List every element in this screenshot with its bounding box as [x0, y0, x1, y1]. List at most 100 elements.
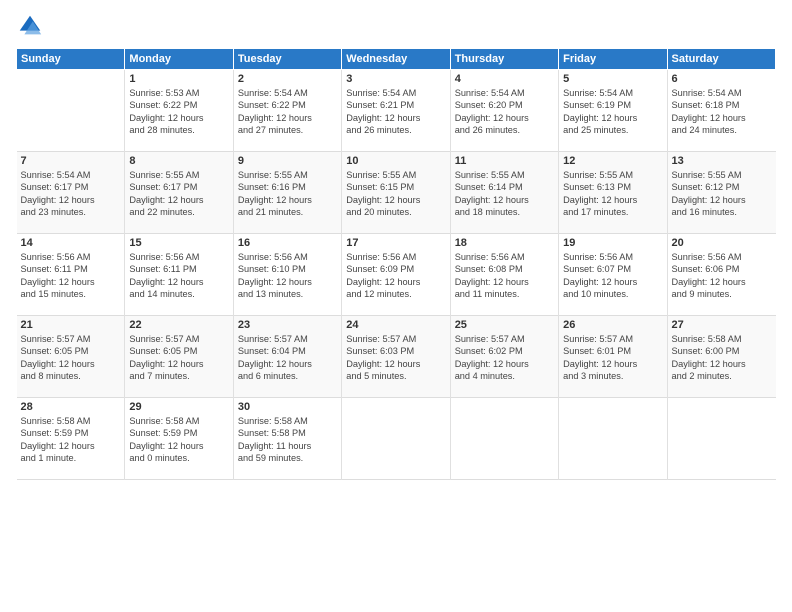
cell-content: Sunrise: 5:54 AM Sunset: 6:20 PM Dayligh… — [455, 87, 554, 137]
day-number: 14 — [21, 237, 121, 249]
cell-5-6 — [559, 398, 667, 480]
col-header-tuesday: Tuesday — [233, 49, 341, 70]
cell-3-1: 14 Sunrise: 5:56 AM Sunset: 6:11 PM Dayli… — [17, 234, 125, 316]
cell-content: Sunrise: 5:55 AM Sunset: 6:13 PM Dayligh… — [563, 169, 662, 219]
day-number: 17 — [346, 237, 445, 249]
col-header-thursday: Thursday — [450, 49, 558, 70]
cell-5-4 — [342, 398, 450, 480]
week-row-4: 21 Sunrise: 5:57 AM Sunset: 6:05 PM Dayli… — [17, 316, 776, 398]
day-number: 6 — [672, 73, 772, 85]
cell-content: Sunrise: 5:53 AM Sunset: 6:22 PM Dayligh… — [129, 87, 228, 137]
week-row-3: 14 Sunrise: 5:56 AM Sunset: 6:11 PM Dayli… — [17, 234, 776, 316]
cell-content: Sunrise: 5:57 AM Sunset: 6:01 PM Dayligh… — [563, 333, 662, 383]
cell-content: Sunrise: 5:58 AM Sunset: 6:00 PM Dayligh… — [672, 333, 772, 383]
cell-2-4: 10 Sunrise: 5:55 AM Sunset: 6:15 PM Dayli… — [342, 152, 450, 234]
day-number: 15 — [129, 237, 228, 249]
cell-3-6: 19 Sunrise: 5:56 AM Sunset: 6:07 PM Dayli… — [559, 234, 667, 316]
cell-4-1: 21 Sunrise: 5:57 AM Sunset: 6:05 PM Dayli… — [17, 316, 125, 398]
day-number: 3 — [346, 73, 445, 85]
day-number: 20 — [672, 237, 772, 249]
day-number: 28 — [21, 401, 121, 413]
header — [16, 12, 776, 40]
cell-2-5: 11Sunrise: 5:55 AM Sunset: 6:14 PM Dayli… — [450, 152, 558, 234]
cell-2-7: 13 Sunrise: 5:55 AM Sunset: 6:12 PM Dayli… — [667, 152, 775, 234]
cell-content: Sunrise: 5:54 AM Sunset: 6:21 PM Dayligh… — [346, 87, 445, 137]
cell-3-3: 16 Sunrise: 5:56 AM Sunset: 6:10 PM Dayli… — [233, 234, 341, 316]
cell-content: Sunrise: 5:57 AM Sunset: 6:05 PM Dayligh… — [129, 333, 228, 383]
day-number: 2 — [238, 73, 337, 85]
header-row: SundayMondayTuesdayWednesdayThursdayFrid… — [17, 49, 776, 70]
day-number: 13 — [672, 155, 772, 167]
week-row-5: 28 Sunrise: 5:58 AM Sunset: 5:59 PM Dayli… — [17, 398, 776, 480]
day-number: 5 — [563, 73, 662, 85]
cell-content: Sunrise: 5:57 AM Sunset: 6:03 PM Dayligh… — [346, 333, 445, 383]
day-number: 23 — [238, 319, 337, 331]
cell-content: Sunrise: 5:56 AM Sunset: 6:09 PM Dayligh… — [346, 251, 445, 301]
cell-content: Sunrise: 5:57 AM Sunset: 6:05 PM Dayligh… — [21, 333, 121, 383]
cell-2-1: 7 Sunrise: 5:54 AM Sunset: 6:17 PM Daylig… — [17, 152, 125, 234]
cell-content: Sunrise: 5:56 AM Sunset: 6:11 PM Dayligh… — [129, 251, 228, 301]
cell-content: Sunrise: 5:54 AM Sunset: 6:19 PM Dayligh… — [563, 87, 662, 137]
day-number: 24 — [346, 319, 445, 331]
cell-2-3: 9Sunrise: 5:55 AM Sunset: 6:16 PM Daylig… — [233, 152, 341, 234]
logo-icon — [16, 12, 44, 40]
cell-1-6: 5 Sunrise: 5:54 AM Sunset: 6:19 PM Daylig… — [559, 70, 667, 152]
cell-2-6: 12Sunrise: 5:55 AM Sunset: 6:13 PM Dayli… — [559, 152, 667, 234]
day-number: 10 — [346, 155, 445, 167]
page: SundayMondayTuesdayWednesdayThursdayFrid… — [0, 0, 792, 612]
col-header-sunday: Sunday — [17, 49, 125, 70]
cell-4-6: 26 Sunrise: 5:57 AM Sunset: 6:01 PM Dayli… — [559, 316, 667, 398]
cell-content: Sunrise: 5:55 AM Sunset: 6:16 PM Dayligh… — [238, 169, 337, 219]
cell-content: Sunrise: 5:57 AM Sunset: 6:02 PM Dayligh… — [455, 333, 554, 383]
day-number: 4 — [455, 73, 554, 85]
cell-4-2: 22 Sunrise: 5:57 AM Sunset: 6:05 PM Dayli… — [125, 316, 233, 398]
day-number: 30 — [238, 401, 337, 413]
cell-content: Sunrise: 5:56 AM Sunset: 6:10 PM Dayligh… — [238, 251, 337, 301]
cell-content: Sunrise: 5:56 AM Sunset: 6:07 PM Dayligh… — [563, 251, 662, 301]
cell-2-2: 8 Sunrise: 5:55 AM Sunset: 6:17 PM Daylig… — [125, 152, 233, 234]
cell-content: Sunrise: 5:54 AM Sunset: 6:22 PM Dayligh… — [238, 87, 337, 137]
cell-content: Sunrise: 5:55 AM Sunset: 6:14 PM Dayligh… — [455, 169, 554, 219]
col-header-wednesday: Wednesday — [342, 49, 450, 70]
cell-content: Sunrise: 5:57 AM Sunset: 6:04 PM Dayligh… — [238, 333, 337, 383]
cell-3-2: 15 Sunrise: 5:56 AM Sunset: 6:11 PM Dayli… — [125, 234, 233, 316]
cell-5-3: 30 Sunrise: 5:58 AM Sunset: 5:58 PM Dayli… — [233, 398, 341, 480]
cell-4-3: 23 Sunrise: 5:57 AM Sunset: 6:04 PM Dayli… — [233, 316, 341, 398]
cell-content: Sunrise: 5:58 AM Sunset: 5:59 PM Dayligh… — [21, 415, 121, 465]
day-number: 16 — [238, 237, 337, 249]
cell-content: Sunrise: 5:55 AM Sunset: 6:15 PM Dayligh… — [346, 169, 445, 219]
day-number: 19 — [563, 237, 662, 249]
cell-5-7 — [667, 398, 775, 480]
cell-5-1: 28 Sunrise: 5:58 AM Sunset: 5:59 PM Dayli… — [17, 398, 125, 480]
cell-content: Sunrise: 5:54 AM Sunset: 6:17 PM Dayligh… — [21, 169, 121, 219]
day-number: 1 — [129, 73, 228, 85]
cell-1-4: 3 Sunrise: 5:54 AM Sunset: 6:21 PM Daylig… — [342, 70, 450, 152]
cell-content: Sunrise: 5:55 AM Sunset: 6:17 PM Dayligh… — [129, 169, 228, 219]
day-number: 26 — [563, 319, 662, 331]
cell-content: Sunrise: 5:55 AM Sunset: 6:12 PM Dayligh… — [672, 169, 772, 219]
cell-3-4: 17 Sunrise: 5:56 AM Sunset: 6:09 PM Dayli… — [342, 234, 450, 316]
week-row-2: 7 Sunrise: 5:54 AM Sunset: 6:17 PM Daylig… — [17, 152, 776, 234]
day-number: 25 — [455, 319, 554, 331]
col-header-saturday: Saturday — [667, 49, 775, 70]
cell-1-1 — [17, 70, 125, 152]
cell-content: Sunrise: 5:56 AM Sunset: 6:08 PM Dayligh… — [455, 251, 554, 301]
cell-content: Sunrise: 5:58 AM Sunset: 5:58 PM Dayligh… — [238, 415, 337, 465]
cell-1-2: 1 Sunrise: 5:53 AM Sunset: 6:22 PM Daylig… — [125, 70, 233, 152]
day-number: 29 — [129, 401, 228, 413]
day-number: 8 — [129, 155, 228, 167]
week-row-1: 1 Sunrise: 5:53 AM Sunset: 6:22 PM Daylig… — [17, 70, 776, 152]
day-number: 21 — [21, 319, 121, 331]
cell-5-5 — [450, 398, 558, 480]
cell-content: Sunrise: 5:56 AM Sunset: 6:06 PM Dayligh… — [672, 251, 772, 301]
col-header-friday: Friday — [559, 49, 667, 70]
day-number: 27 — [672, 319, 772, 331]
cell-content: Sunrise: 5:56 AM Sunset: 6:11 PM Dayligh… — [21, 251, 121, 301]
cell-content: Sunrise: 5:58 AM Sunset: 5:59 PM Dayligh… — [129, 415, 228, 465]
cell-4-7: 27 Sunrise: 5:58 AM Sunset: 6:00 PM Dayli… — [667, 316, 775, 398]
day-number: 18 — [455, 237, 554, 249]
cell-5-2: 29 Sunrise: 5:58 AM Sunset: 5:59 PM Dayli… — [125, 398, 233, 480]
day-number: 22 — [129, 319, 228, 331]
cell-4-5: 25 Sunrise: 5:57 AM Sunset: 6:02 PM Dayli… — [450, 316, 558, 398]
day-number: 7 — [21, 155, 121, 167]
